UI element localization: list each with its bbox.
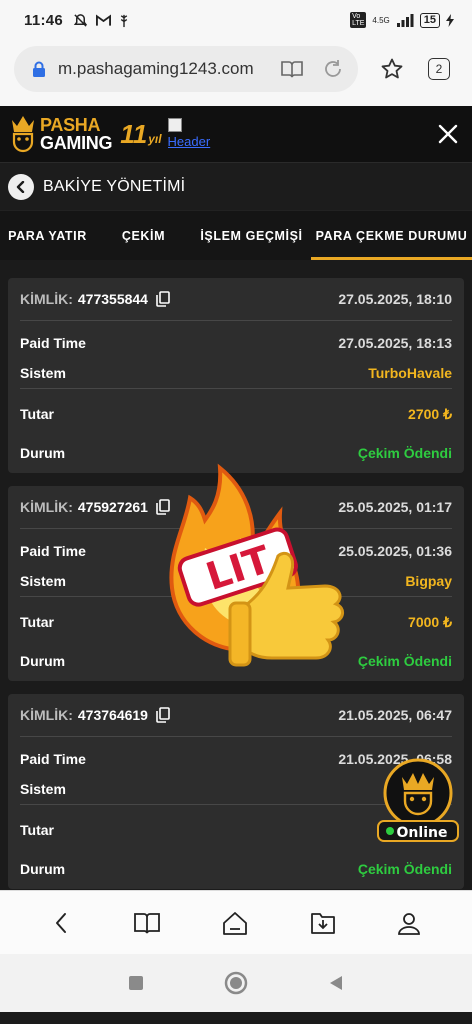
browser-toolbar: m.pashagaming1243.com 2 <box>0 40 472 98</box>
status-label: Durum <box>20 445 66 461</box>
system-label: Sistem <box>20 781 66 797</box>
signal-icon <box>396 13 414 27</box>
amount-row: Tutar 2700 ₺ <box>20 395 452 433</box>
id-label: KİMLİK: <box>20 291 73 307</box>
paid-time-label: Paid Time <box>20 334 86 351</box>
status-label: Durum <box>20 861 66 877</box>
copy-icon[interactable] <box>156 707 170 723</box>
downloads-icon[interactable] <box>309 910 337 936</box>
paid-time-value: 25.05.2025, 01:36 <box>338 542 452 559</box>
status-label: Durum <box>20 653 66 669</box>
lit-fire-sticker: LIT <box>160 458 355 688</box>
spacer <box>0 98 472 106</box>
transaction-card: KİMLİK: 477355844 27.05.2025, 18:10 Paid… <box>8 278 464 473</box>
created-date: 25.05.2025, 01:17 <box>338 499 452 515</box>
paid-time-value: 27.05.2025, 18:13 <box>338 334 452 351</box>
amount-value: 2700 ₺ <box>408 405 452 422</box>
tab-withdraw[interactable]: ÇEKİM <box>95 211 192 260</box>
system-row: Sistem TurboHavale <box>20 358 452 389</box>
network-type: 4.5G <box>372 15 390 25</box>
broken-image-icon <box>167 118 182 132</box>
amount-label: Tutar <box>20 822 54 838</box>
profile-icon[interactable] <box>396 910 422 936</box>
tab-history[interactable]: İŞLEM GEÇMİŞİ <box>192 211 311 260</box>
transaction-id: 473764619 <box>77 707 148 723</box>
system-value: TurboHavale <box>368 365 452 381</box>
battery-indicator: 15 <box>419 12 440 28</box>
paid-time-label: Paid Time <box>20 750 86 767</box>
tab-withdraw-status[interactable]: PARA ÇEKME DURUMU <box>311 211 472 260</box>
id-label: KİMLİK: <box>20 499 73 515</box>
brand-text: PASHA GAMING <box>40 115 113 153</box>
amount-value: 7000 ₺ <box>408 613 452 630</box>
clock: 11:46 <box>24 11 64 29</box>
crown-mask-icon <box>10 114 36 154</box>
page-title: BAKİYE YÖNETİMİ <box>43 177 186 195</box>
created-date: 27.05.2025, 18:10 <box>338 291 452 307</box>
card-header-row: KİMLİK: 477355844 27.05.2025, 18:10 <box>20 278 452 321</box>
bookmarks-icon[interactable] <box>133 911 161 935</box>
tab-deposit[interactable]: PARA YATIR <box>0 211 95 260</box>
live-chat-button[interactable]: Online <box>376 757 460 850</box>
site-header: PASHA GAMING 11yıl Header <box>0 106 472 162</box>
transaction-list: KİMLİK: 477355844 27.05.2025, 18:10 Paid… <box>0 260 472 890</box>
transaction-id: 475927261 <box>77 499 148 515</box>
system-value: Bigpay <box>405 573 452 589</box>
brand-line1: PASHA <box>40 115 101 135</box>
amount-label: Tutar <box>20 614 54 630</box>
recents-square-icon[interactable] <box>128 975 144 991</box>
wheat-icon <box>119 13 129 28</box>
paid-time-label: Paid Time <box>20 542 86 559</box>
browser-bottom-nav <box>0 890 472 954</box>
chevron-left-icon <box>16 180 25 193</box>
home-circle-icon[interactable] <box>224 971 248 995</box>
close-icon[interactable] <box>438 124 458 144</box>
anniversary-badge: 11yıl <box>120 119 161 150</box>
status-value: Çekim Ödendi <box>357 445 452 461</box>
gmail-icon <box>96 13 112 27</box>
lock-icon[interactable] <box>32 61 46 78</box>
status-row: Durum Çekim Ödendi <box>20 849 452 889</box>
charging-bolt-icon <box>446 13 454 27</box>
header-image-alt: Header <box>167 134 211 149</box>
transaction-id: 477355844 <box>77 291 148 307</box>
status-value: Çekim Ödendi <box>357 861 452 877</box>
bookmark-star-icon[interactable] <box>380 57 404 81</box>
paid-time-row: Paid Time 27.05.2025, 18:13 <box>20 327 452 358</box>
tab-bar: PARA YATIR ÇEKİM İŞLEM GEÇMİŞİ PARA ÇEKM… <box>0 210 472 260</box>
mute-bell-icon <box>73 13 88 28</box>
header-broken-image: Header <box>167 114 218 154</box>
brand-line2: GAMING <box>40 133 113 153</box>
section-header: BAKİYE YÖNETİMİ <box>0 162 472 210</box>
system-label: Sistem <box>20 365 66 381</box>
address-bar[interactable]: m.pashagaming1243.com <box>14 46 358 92</box>
back-arrow-icon[interactable] <box>50 911 74 935</box>
id-label: KİMLİK: <box>20 707 73 723</box>
reload-icon[interactable] <box>322 58 344 80</box>
amount-label: Tutar <box>20 406 54 422</box>
url-text[interactable]: m.pashagaming1243.com <box>58 59 262 79</box>
tab-switcher-button[interactable]: 2 <box>428 58 450 80</box>
status-value: Çekim Ödendi <box>357 653 452 669</box>
anniversary-number: 11 <box>120 118 148 149</box>
brand-logo[interactable]: PASHA GAMING 11yıl <box>10 114 162 154</box>
anniversary-suffix: yıl <box>148 131 162 146</box>
home-icon[interactable] <box>221 910 249 936</box>
system-navigation-bar <box>0 954 472 1012</box>
online-label: Online <box>397 825 448 841</box>
copy-icon[interactable] <box>156 291 170 307</box>
volte-icon: Vo LTE <box>350 12 367 28</box>
system-label: Sistem <box>20 573 66 589</box>
back-button[interactable] <box>8 173 34 200</box>
card-header-row: KİMLİK: 473764619 21.05.2025, 06:47 <box>20 694 452 737</box>
created-date: 21.05.2025, 06:47 <box>338 707 452 723</box>
status-bar: 11:46 Vo LTE 4.5G 15 <box>0 0 472 40</box>
reader-mode-icon[interactable] <box>280 59 304 79</box>
back-triangle-icon[interactable] <box>328 974 344 992</box>
